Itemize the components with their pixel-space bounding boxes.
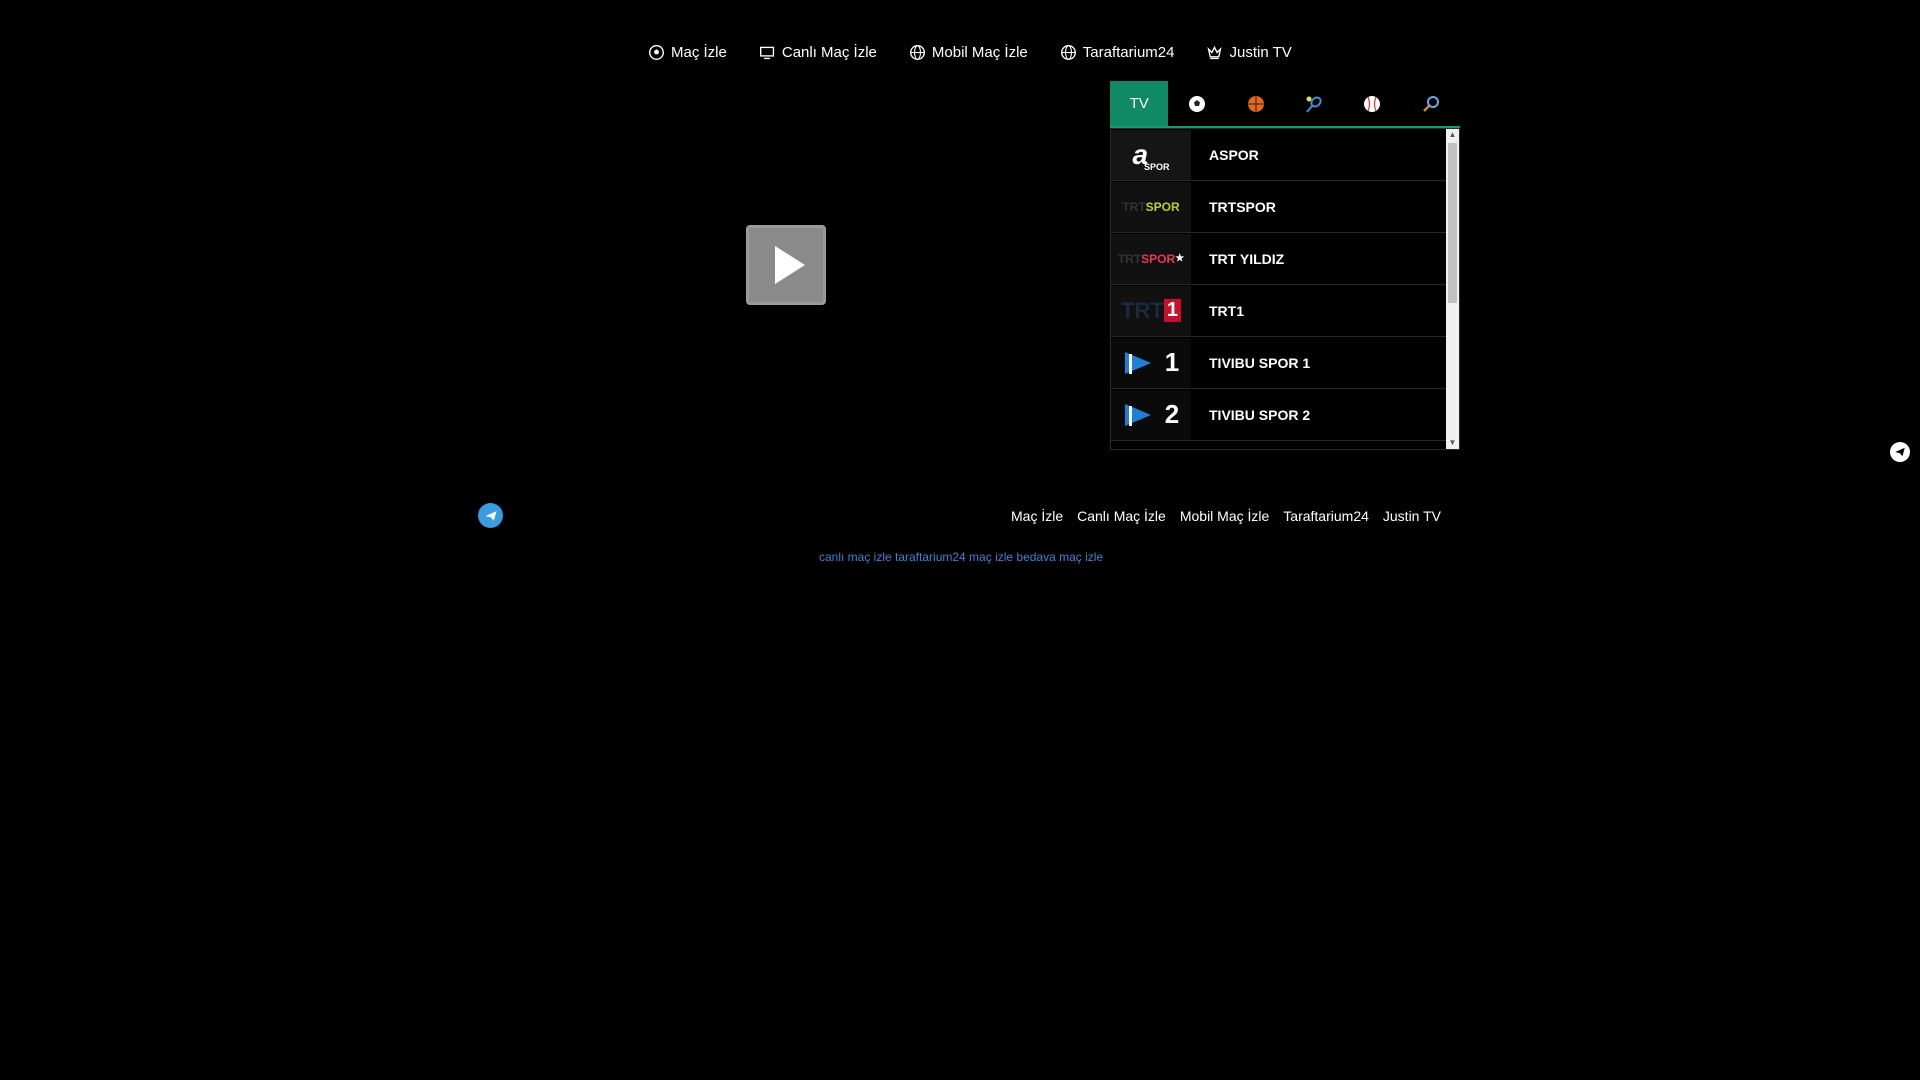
tab-tv-label: TV xyxy=(1129,95,1149,112)
channel-row-trtspor[interactable]: TRT SPOR TRTSPOR xyxy=(1111,181,1459,233)
telegram-floating-icon[interactable] xyxy=(1890,442,1910,462)
crown-icon xyxy=(1207,45,1223,60)
footer-link-canli-mac-izle[interactable]: Canlı Maç İzle xyxy=(1077,508,1166,524)
channel-panel: TV a SPOR ASPOR TRT SPOR TRTSPOR TRT SPO… xyxy=(1110,81,1460,450)
top-navigation: Maç İzle Canlı Maç İzle Mobil Maç İzle T… xyxy=(648,44,1324,61)
tab-basketball[interactable] xyxy=(1227,81,1285,126)
footer-links: Maç İzle Canlı Maç İzle Mobil Maç İzle T… xyxy=(1011,508,1455,524)
nav-taraftarium24[interactable]: Taraftarium24 xyxy=(1060,44,1175,61)
globe-icon xyxy=(1060,45,1076,60)
globe-icon xyxy=(909,45,925,60)
tab-football[interactable] xyxy=(1168,81,1226,126)
footer-link-taraftarium24[interactable]: Taraftarium24 xyxy=(1283,508,1369,524)
channel-row-trt-yildiz[interactable]: TRT SPOR ★ TRT YILDIZ xyxy=(1111,233,1459,285)
tab-tv[interactable]: TV xyxy=(1110,81,1169,126)
tivibu-icon xyxy=(1124,403,1151,426)
channel-name: TRTSPOR xyxy=(1209,198,1276,215)
channel-name: TIVIBU SPOR 2 xyxy=(1209,406,1311,423)
trt1-logo: TRT 1 xyxy=(1111,285,1191,336)
channel-row-aspor[interactable]: a SPOR ASPOR xyxy=(1111,129,1459,181)
scroll-down-arrow[interactable]: ▼ xyxy=(1446,437,1459,449)
channel-row-trt1[interactable]: TRT 1 TRT1 xyxy=(1111,285,1459,337)
tab-search[interactable] xyxy=(1402,81,1460,126)
telegram-icon[interactable] xyxy=(478,503,503,528)
footer-link-justin-tv[interactable]: Justin TV xyxy=(1383,508,1441,524)
nav-canli-mac-izle[interactable]: Canlı Maç İzle xyxy=(759,44,877,61)
nav-label: Taraftarium24 xyxy=(1082,44,1175,61)
nav-label: Canlı Maç İzle xyxy=(781,44,877,61)
tivibu-icon xyxy=(1124,351,1151,374)
nav-justin-tv[interactable]: Justin TV xyxy=(1206,44,1292,61)
nav-mobil-mac-izle[interactable]: Mobil Maç İzle xyxy=(909,44,1028,61)
channel-name: ASPOR xyxy=(1209,146,1259,163)
scrollbar-thumb[interactable] xyxy=(1448,143,1457,303)
tivibu-spor-2-logo: 2 xyxy=(1111,389,1191,440)
trtspor-logo: TRT SPOR xyxy=(1111,181,1191,232)
sport-tabs: TV xyxy=(1110,81,1460,128)
basketball-icon xyxy=(1247,95,1264,112)
channel-row-tivibu-1[interactable]: 1 TIVIBU SPOR 1 xyxy=(1111,337,1459,389)
footer-link-mac-izle[interactable]: Maç İzle xyxy=(1011,508,1063,524)
nav-label: Maç İzle xyxy=(671,44,727,61)
tab-tennis[interactable] xyxy=(1285,81,1343,126)
tivibu-spor-1-logo: 1 xyxy=(1111,337,1191,388)
tab-baseball[interactable] xyxy=(1343,81,1401,126)
aspor-logo: a SPOR xyxy=(1111,129,1191,180)
channel-name: TRT1 xyxy=(1209,302,1244,319)
tv-icon xyxy=(759,46,774,60)
video-play-button[interactable] xyxy=(746,225,826,305)
footer-link-mobil-mac-izle[interactable]: Mobil Maç İzle xyxy=(1180,508,1269,524)
channel-row-tivibu-2[interactable]: 2 TIVIBU SPOR 2 xyxy=(1111,389,1459,441)
nav-mac-izle[interactable]: Maç İzle xyxy=(648,44,727,61)
play-icon xyxy=(775,246,805,284)
nav-label: Justin TV xyxy=(1229,44,1292,61)
channel-name: TIVIBU SPOR 1 xyxy=(1209,354,1311,371)
trt-yildiz-logo: TRT SPOR ★ xyxy=(1111,233,1191,284)
scroll-up-arrow[interactable]: ▲ xyxy=(1446,129,1459,141)
soccer-ball-icon xyxy=(649,45,664,60)
channel-list[interactable]: a SPOR ASPOR TRT SPOR TRTSPOR TRT SPOR ★ TRT… xyxy=(1110,128,1460,450)
soccer-icon xyxy=(1189,95,1206,112)
nav-label: Mobil Maç İzle xyxy=(931,44,1028,61)
channel-list-scrollbar[interactable]: ▲ ▼ xyxy=(1446,129,1459,449)
search-icon xyxy=(1422,95,1439,112)
seo-text-link[interactable]: canlı maç izle taraftarium24 maç izle be… xyxy=(819,550,1103,564)
baseball-icon xyxy=(1364,95,1381,112)
tennis-icon xyxy=(1306,96,1322,113)
channel-name: TRT YILDIZ xyxy=(1209,250,1285,267)
